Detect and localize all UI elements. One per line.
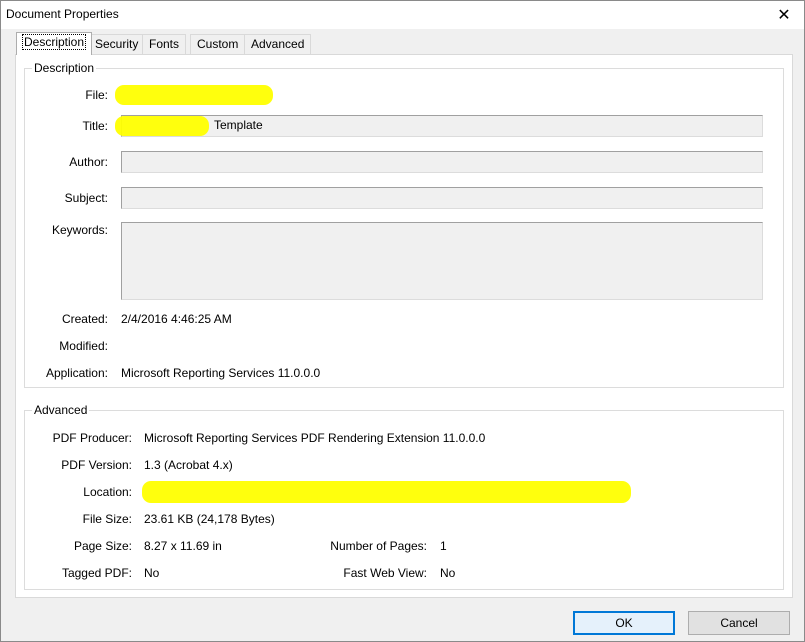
number-of-pages-value: 1: [440, 539, 447, 553]
tab-advanced[interactable]: Advanced: [244, 34, 312, 54]
fast-web-view-value: No: [440, 566, 456, 580]
close-button[interactable]: ✕: [764, 1, 804, 29]
page-size-label: Page Size:: [73, 539, 132, 553]
title-field[interactable]: Template: [121, 115, 763, 137]
title-field-value: Template: [214, 118, 263, 132]
file-size-label: File Size:: [82, 512, 132, 526]
cancel-button[interactable]: Cancel: [688, 611, 790, 635]
subject-label: Subject:: [64, 191, 108, 205]
close-icon: ✕: [777, 7, 791, 24]
description-group: Description File: Title: Template Author…: [24, 61, 784, 388]
file-size-value: 23.61 KB (24,178 Bytes): [144, 512, 275, 526]
document-properties-dialog: Document Properties ✕ Description Securi…: [0, 0, 805, 642]
tagged-pdf-value: No: [144, 566, 160, 580]
author-field[interactable]: [121, 151, 763, 173]
tab-panel: Description File: Title: Template Author…: [15, 54, 793, 598]
application-label: Application:: [45, 366, 108, 380]
redaction-highlight: [142, 481, 631, 503]
page-size-value: 8.27 x 11.69 in: [144, 539, 222, 553]
file-label: File:: [85, 88, 108, 102]
redaction-highlight: [115, 116, 209, 136]
location-label: Location:: [83, 485, 132, 499]
pdf-producer-value: Microsoft Reporting Services PDF Renderi…: [144, 431, 486, 445]
tab-description[interactable]: Description: [16, 32, 93, 55]
advanced-group: Advanced PDF Producer: Microsoft Reporti…: [24, 403, 784, 590]
ok-button[interactable]: OK: [573, 611, 675, 635]
author-label: Author:: [69, 155, 108, 169]
advanced-group-title: Advanced: [32, 403, 90, 417]
tab-custom[interactable]: Custom: [190, 34, 246, 54]
subject-field[interactable]: [121, 187, 763, 209]
created-label: Created:: [61, 312, 108, 326]
description-group-title: Description: [32, 61, 97, 75]
pdf-version-label: PDF Version:: [61, 458, 132, 472]
application-value: Microsoft Reporting Services 11.0.0.0: [121, 366, 321, 380]
keywords-field[interactable]: [121, 222, 763, 300]
title-label: Title:: [82, 119, 108, 133]
fast-web-view-label: Fast Web View:: [343, 566, 427, 580]
tab-fonts[interactable]: Fonts: [142, 34, 187, 54]
tab-security[interactable]: Security: [88, 34, 146, 54]
tagged-pdf-label: Tagged PDF:: [61, 566, 132, 580]
pdf-version-value: 1.3 (Acrobat 4.x): [144, 458, 233, 472]
redaction-highlight: [115, 85, 273, 105]
number-of-pages-label: Number of Pages:: [330, 539, 427, 553]
pdf-producer-label: PDF Producer:: [52, 431, 132, 445]
keywords-label: Keywords:: [51, 223, 108, 237]
modified-label: Modified:: [59, 339, 108, 353]
created-value: 2/4/2016 4:46:25 AM: [121, 312, 232, 326]
dialog-title: Document Properties: [6, 7, 119, 21]
title-bar: Document Properties ✕: [1, 1, 804, 29]
